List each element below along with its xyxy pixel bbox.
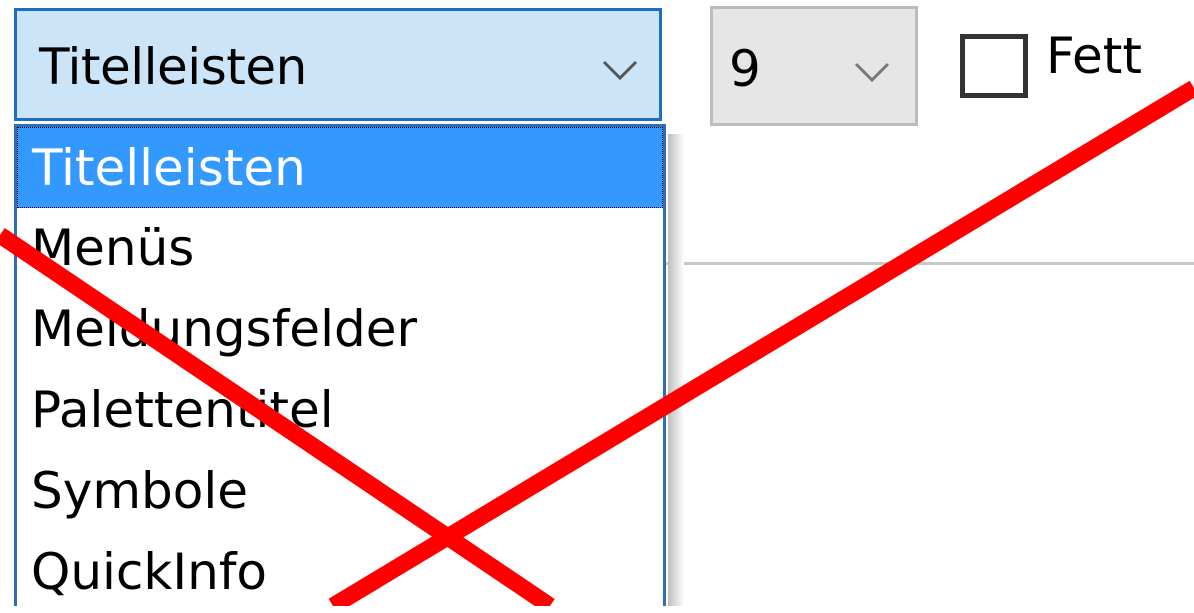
dropdown-shadow — [668, 134, 684, 606]
element-dropdown[interactable]: Titelleisten — [14, 8, 662, 121]
chevron-down-icon[interactable] — [601, 57, 639, 83]
bold-checkbox[interactable] — [960, 34, 1028, 98]
separator-line — [662, 262, 1194, 265]
chevron-down-icon[interactable] — [853, 59, 891, 85]
size-dropdown[interactable]: 9 — [710, 6, 918, 126]
dropdown-option-menues[interactable]: Menüs — [17, 208, 663, 289]
dropdown-option-quickinfo[interactable]: QuickInfo — [17, 532, 663, 613]
size-dropdown-value: 9 — [729, 40, 761, 98]
dropdown-option-meldungsfelder[interactable]: Meldungsfelder — [17, 289, 663, 370]
bold-checkbox-label[interactable]: Fett — [1046, 26, 1142, 86]
dropdown-option-palettentitel[interactable]: Palettentitel — [17, 370, 663, 451]
dropdown-option-symbole[interactable]: Symbole — [17, 451, 663, 532]
element-dropdown-list: Titelleisten Menüs Meldungsfelder Palett… — [14, 124, 666, 606]
dropdown-option-titelleisten[interactable]: Titelleisten — [17, 127, 663, 208]
element-dropdown-value: Titelleisten — [39, 38, 307, 96]
